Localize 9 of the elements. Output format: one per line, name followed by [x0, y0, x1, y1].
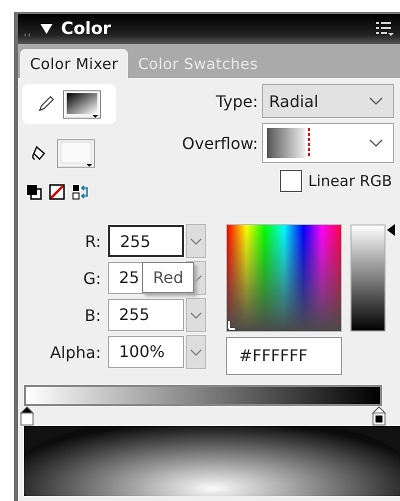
overflow-label: Overflow:	[182, 134, 258, 152]
channel-label: R:	[84, 232, 102, 250]
type-label: Type:	[216, 92, 258, 110]
panel-title: Color	[61, 19, 112, 39]
tooltip: Red	[142, 262, 194, 293]
channel-label: B:	[84, 306, 102, 324]
channel-label: G:	[82, 268, 102, 288]
channel-label: Alpha:	[49, 342, 102, 362]
checkbox-label: Linear RGB	[308, 172, 392, 190]
